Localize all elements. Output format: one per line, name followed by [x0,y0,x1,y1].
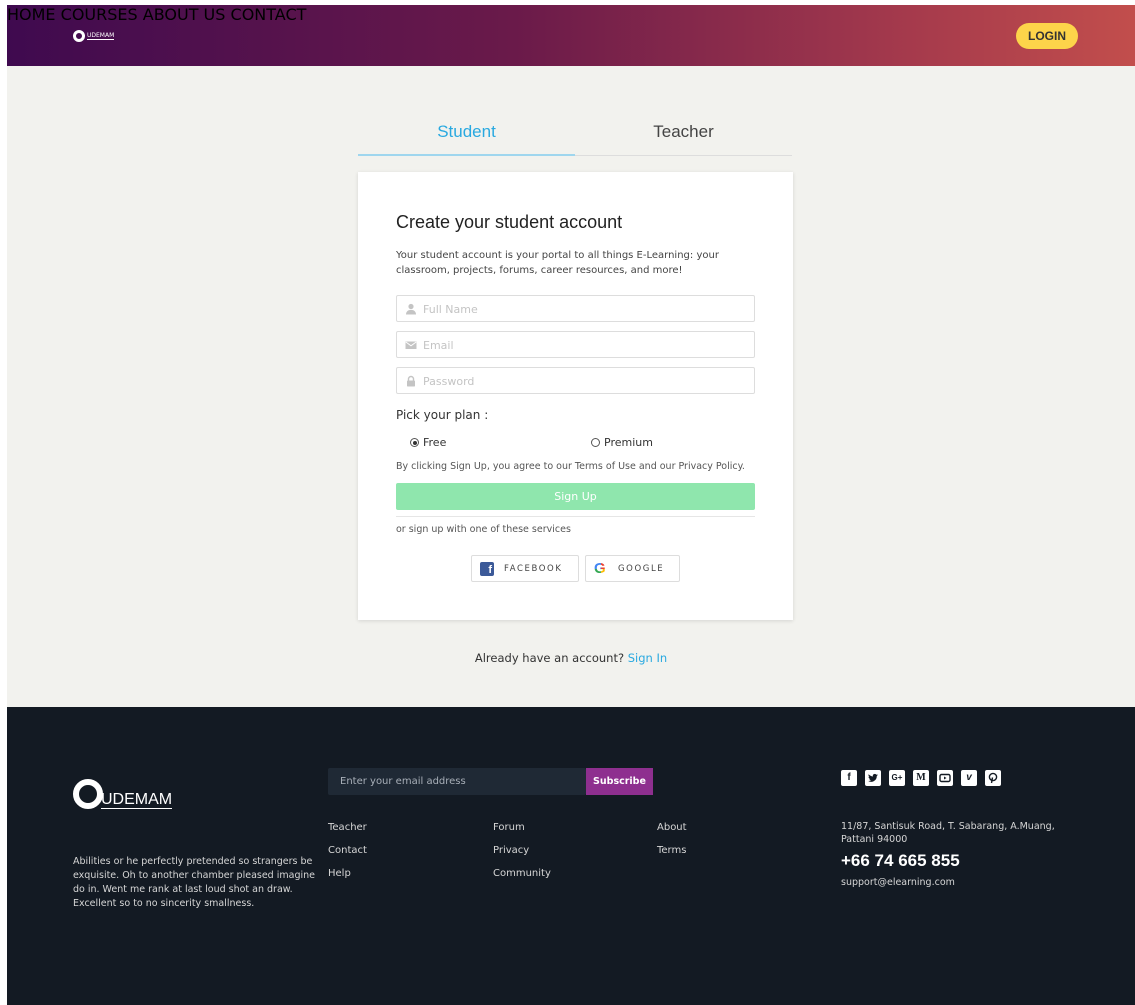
nav-home[interactable]: HOME [7,5,56,24]
footer-about-text: Abilities or he perfectly pretended so s… [73,856,315,909]
subscribe-button[interactable]: Subscribe [586,768,653,795]
password-field[interactable] [396,367,755,394]
facebook-label: FACEBOOK [504,563,563,574]
plan-free-radio[interactable]: Free [410,436,446,449]
google-icon: G [594,561,608,576]
footer-logo[interactable]: UDEMAM [73,779,173,809]
footer-link-contact[interactable]: Contact [328,845,367,856]
login-button[interactable]: LOGIN [1016,23,1078,49]
tab-student[interactable]: Student [358,117,575,156]
divider [396,516,755,517]
footer-email[interactable]: support@elearning.com [841,877,955,888]
footer-phone: +66 74 665 855 [841,851,960,870]
footer-link-terms[interactable]: Terms [657,845,686,856]
pinterest-icon[interactable] [985,770,1001,786]
card-title: Create your student account [396,212,623,232]
top-navbar: UDEMAM HOME COURSES ABOUT US CONTACT LOG… [7,5,1135,66]
footer-address: 11/87, Santisuk Road, T. Sabarang, A.Mua… [841,821,1055,845]
logo-ring-icon [73,30,85,42]
terms-text: By clicking Sign Up, you agree to our Te… [396,461,745,472]
email-input[interactable] [423,336,743,354]
vimeo-icon[interactable]: v [961,770,977,786]
newsletter-field[interactable] [328,768,586,795]
newsletter-email-input[interactable] [340,773,580,790]
full-name-input[interactable] [423,300,743,318]
envelope-icon [405,339,417,351]
medium-icon[interactable]: M [913,770,929,786]
twitter-icon[interactable] [865,770,881,786]
footer-logo-text: UDEMAM [101,791,173,809]
facebook-icon: f [480,561,494,576]
logo-text: UDEMAM [87,32,115,40]
google-signup-button[interactable]: G GOOGLE [585,555,680,582]
lock-icon [405,375,417,387]
footer-link-privacy[interactable]: Privacy [493,845,529,856]
user-icon [405,303,417,315]
services-text: or sign up with one of these services [396,524,571,535]
email-field[interactable] [396,331,755,358]
plan-free-label: Free [423,436,447,449]
sign-up-button[interactable]: Sign Up [396,483,755,510]
facebook-icon[interactable]: f [841,770,857,786]
footer-link-community[interactable]: Community [493,868,551,879]
plan-premium-radio[interactable]: Premium [591,436,653,449]
account-type-tabs: Student Teacher [358,117,792,157]
tab-teacher[interactable]: Teacher [575,117,792,156]
facebook-signup-button[interactable]: f FACEBOOK [471,555,579,582]
footer-link-about[interactable]: About [657,822,687,833]
nav-courses[interactable]: COURSES [61,5,138,24]
sign-in-prompt: Already have an account? Sign In [7,651,1135,665]
radio-unchecked-icon[interactable] [591,438,600,447]
footer-link-teacher[interactable]: Teacher [328,822,367,833]
logo-ring-icon [73,779,103,809]
header-logo[interactable]: UDEMAM [73,29,115,43]
password-input[interactable] [423,372,743,390]
footer-link-help[interactable]: Help [328,868,351,879]
nav-contact[interactable]: CONTACT [231,5,307,24]
social-links: f G+ M v [841,770,1009,786]
google-label: GOOGLE [618,563,665,574]
youtube-icon[interactable] [937,770,953,786]
page: UDEMAM HOME COURSES ABOUT US CONTACT LOG… [7,5,1135,1005]
full-name-field[interactable] [396,295,755,322]
signup-card: Create your student account Your student… [358,172,793,620]
pick-plan-label: Pick your plan : [396,408,489,422]
radio-checked-icon[interactable] [410,438,419,447]
plan-premium-label: Premium [604,436,653,449]
card-description: Your student account is your portal to a… [396,250,719,276]
sign-in-prompt-text: Already have an account? [474,651,625,665]
footer: UDEMAM Abilities or he perfectly pretend… [7,707,1135,1005]
sign-in-link[interactable]: Sign In [628,651,667,665]
google-plus-icon[interactable]: G+ [889,770,905,786]
footer-link-forum[interactable]: Forum [493,822,525,833]
nav-about-us[interactable]: ABOUT US [143,5,226,24]
